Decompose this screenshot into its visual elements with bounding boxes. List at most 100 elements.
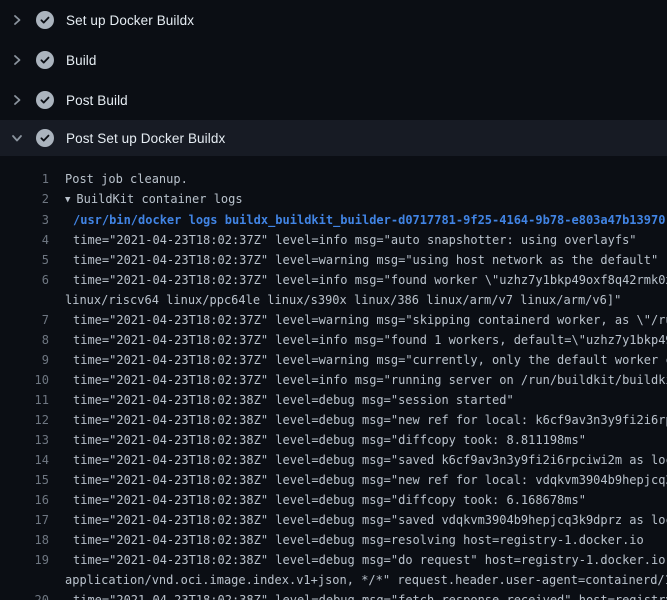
log-line-body: time="2021-04-23T18:02:38Z" level=debug … xyxy=(49,410,667,430)
log-line-number[interactable]: 9 xyxy=(0,350,49,370)
step-label: Set up Docker Buildx xyxy=(66,13,194,28)
chevron-right-icon[interactable] xyxy=(10,93,24,107)
log-text: time="2021-04-23T18:02:37Z" level=info m… xyxy=(49,330,667,350)
log-text: time="2021-04-23T18:02:38Z" level=debug … xyxy=(49,510,667,530)
log-text: time="2021-04-23T18:02:38Z" level=debug … xyxy=(49,530,667,550)
log-line-body: ▼ BuildKit container logs xyxy=(49,189,667,210)
log-text: time="2021-04-23T18:02:38Z" level=debug … xyxy=(49,590,667,600)
log-text-wrapped: application/vnd.oci.image.index.v1+json,… xyxy=(49,570,667,590)
step-header-post-set-up-docker-buildx[interactable]: Post Set up Docker Buildx xyxy=(0,120,667,156)
log-line-body: time="2021-04-23T18:02:37Z" level=info m… xyxy=(49,370,667,390)
log-line: 3/usr/bin/docker logs buildx_buildkit_bu… xyxy=(0,210,667,230)
log-line: 14time="2021-04-23T18:02:38Z" level=debu… xyxy=(0,450,667,470)
log-line: 4time="2021-04-23T18:02:37Z" level=info … xyxy=(0,230,667,250)
step-success-check-icon xyxy=(36,11,54,29)
log-line: 15time="2021-04-23T18:02:38Z" level=debu… xyxy=(0,470,667,490)
log-line-number[interactable]: 11 xyxy=(0,390,49,410)
log-line-number[interactable]: 17 xyxy=(0,510,49,530)
log-line-body: time="2021-04-23T18:02:37Z" level=warnin… xyxy=(49,250,667,270)
log-line: 19time="2021-04-23T18:02:38Z" level=debu… xyxy=(0,550,667,590)
log-line-number[interactable]: 12 xyxy=(0,410,49,430)
log-text: Post job cleanup. xyxy=(49,169,667,189)
step-success-check-icon xyxy=(36,91,54,109)
log-group-header[interactable]: ▼ BuildKit container logs xyxy=(49,189,667,210)
step-header-post-build[interactable]: Post Build xyxy=(0,80,667,120)
log-line-body: time="2021-04-23T18:02:37Z" level=warnin… xyxy=(49,310,667,330)
log-line-number[interactable]: 2 xyxy=(0,189,49,210)
step-success-check-icon xyxy=(36,129,54,147)
log-line: 11time="2021-04-23T18:02:38Z" level=debu… xyxy=(0,390,667,410)
step-header-set-up-docker-buildx[interactable]: Set up Docker Buildx xyxy=(0,0,667,40)
log-text-wrapped: linux/riscv64 linux/ppc64le linux/s390x … xyxy=(49,290,667,310)
chevron-right-icon[interactable] xyxy=(10,13,24,27)
log-line: 20time="2021-04-23T18:02:38Z" level=debu… xyxy=(0,590,667,600)
step-success-check-icon xyxy=(36,51,54,69)
group-expanded-triangle-icon[interactable]: ▼ xyxy=(65,190,70,210)
log-line-number[interactable]: 18 xyxy=(0,530,49,550)
log-text: time="2021-04-23T18:02:37Z" level=info m… xyxy=(49,230,667,250)
log-line-body: time="2021-04-23T18:02:38Z" level=debug … xyxy=(49,530,667,550)
log-line-body: time="2021-04-23T18:02:38Z" level=debug … xyxy=(49,590,667,600)
log-line-body: /usr/bin/docker logs buildx_buildkit_bui… xyxy=(49,210,667,230)
log-line-number[interactable]: 3 xyxy=(0,210,49,230)
log-line-body: time="2021-04-23T18:02:37Z" level=warnin… xyxy=(49,350,667,370)
step-label: Post Build xyxy=(66,93,128,108)
log-line: 8time="2021-04-23T18:02:37Z" level=info … xyxy=(0,330,667,350)
log-line-number[interactable]: 16 xyxy=(0,490,49,510)
log-line-body: time="2021-04-23T18:02:38Z" level=debug … xyxy=(49,450,667,470)
log-line-number[interactable]: 10 xyxy=(0,370,49,390)
log-line-number[interactable]: 4 xyxy=(0,230,49,250)
log-text: time="2021-04-23T18:02:38Z" level=debug … xyxy=(49,450,667,470)
step-label: Post Set up Docker Buildx xyxy=(66,131,225,146)
log-text: time="2021-04-23T18:02:37Z" level=warnin… xyxy=(49,250,667,270)
log-line-number[interactable]: 8 xyxy=(0,330,49,350)
log-text: time="2021-04-23T18:02:37Z" level=info m… xyxy=(49,370,667,390)
log-line: 2 ▼ BuildKit container logs xyxy=(0,189,667,210)
log-text: time="2021-04-23T18:02:37Z" level=warnin… xyxy=(49,310,667,330)
log-command-text: /usr/bin/docker logs buildx_buildkit_bui… xyxy=(49,210,667,230)
log-line: 6time="2021-04-23T18:02:37Z" level=info … xyxy=(0,270,667,310)
log-text: time="2021-04-23T18:02:38Z" level=debug … xyxy=(49,390,667,410)
log-line-number[interactable]: 20 xyxy=(0,590,49,600)
steps-list: Set up Docker Buildx Build Post Build Post … xyxy=(0,0,667,156)
log-line-number[interactable]: 14 xyxy=(0,450,49,470)
step-label: Build xyxy=(66,53,97,68)
log-line-body: time="2021-04-23T18:02:38Z" level=debug … xyxy=(49,550,667,590)
log-line-body: time="2021-04-23T18:02:37Z" level=info m… xyxy=(49,230,667,250)
log-line-number[interactable]: 7 xyxy=(0,310,49,330)
log-line: 9time="2021-04-23T18:02:37Z" level=warni… xyxy=(0,350,667,370)
log-text: time="2021-04-23T18:02:38Z" level=debug … xyxy=(49,430,667,450)
log-line: 18time="2021-04-23T18:02:38Z" level=debu… xyxy=(0,530,667,550)
log-line-body: time="2021-04-23T18:02:37Z" level=info m… xyxy=(49,330,667,350)
log-line-number[interactable]: 15 xyxy=(0,470,49,490)
log-line-body: time="2021-04-23T18:02:38Z" level=debug … xyxy=(49,490,667,510)
log-line: 10time="2021-04-23T18:02:37Z" level=info… xyxy=(0,370,667,390)
log-text: time="2021-04-23T18:02:38Z" level=debug … xyxy=(49,410,667,430)
log-line: 1Post job cleanup. xyxy=(0,169,667,189)
log-line-number[interactable]: 6 xyxy=(0,270,49,310)
log-line-number[interactable]: 13 xyxy=(0,430,49,450)
log-text: time="2021-04-23T18:02:38Z" level=debug … xyxy=(49,550,667,570)
step-header-build[interactable]: Build xyxy=(0,40,667,80)
chevron-right-icon[interactable] xyxy=(10,53,24,67)
log-text: time="2021-04-23T18:02:37Z" level=info m… xyxy=(49,270,667,290)
chevron-down-icon[interactable] xyxy=(10,131,24,145)
log-line-body: time="2021-04-23T18:02:38Z" level=debug … xyxy=(49,430,667,450)
log-line-number[interactable]: 19 xyxy=(0,550,49,590)
log-line: 7time="2021-04-23T18:02:37Z" level=warni… xyxy=(0,310,667,330)
log-line: 12time="2021-04-23T18:02:38Z" level=debu… xyxy=(0,410,667,430)
group-title: BuildKit container logs xyxy=(76,192,242,206)
log-line: 13time="2021-04-23T18:02:38Z" level=debu… xyxy=(0,430,667,450)
log-line-body: time="2021-04-23T18:02:38Z" level=debug … xyxy=(49,470,667,490)
log-text: time="2021-04-23T18:02:37Z" level=warnin… xyxy=(49,350,667,370)
log-line: 16time="2021-04-23T18:02:38Z" level=debu… xyxy=(0,490,667,510)
log-line-body: time="2021-04-23T18:02:38Z" level=debug … xyxy=(49,390,667,410)
log-line: 5time="2021-04-23T18:02:37Z" level=warni… xyxy=(0,250,667,270)
log-text: time="2021-04-23T18:02:38Z" level=debug … xyxy=(49,490,667,510)
log-view: 1Post job cleanup.2 ▼ BuildKit container l… xyxy=(0,156,667,600)
log-line-number[interactable]: 1 xyxy=(0,169,49,189)
log-line-number[interactable]: 5 xyxy=(0,250,49,270)
log-line-body: time="2021-04-23T18:02:38Z" level=debug … xyxy=(49,510,667,530)
log-text: time="2021-04-23T18:02:38Z" level=debug … xyxy=(49,470,667,490)
log-line: 17time="2021-04-23T18:02:38Z" level=debu… xyxy=(0,510,667,530)
